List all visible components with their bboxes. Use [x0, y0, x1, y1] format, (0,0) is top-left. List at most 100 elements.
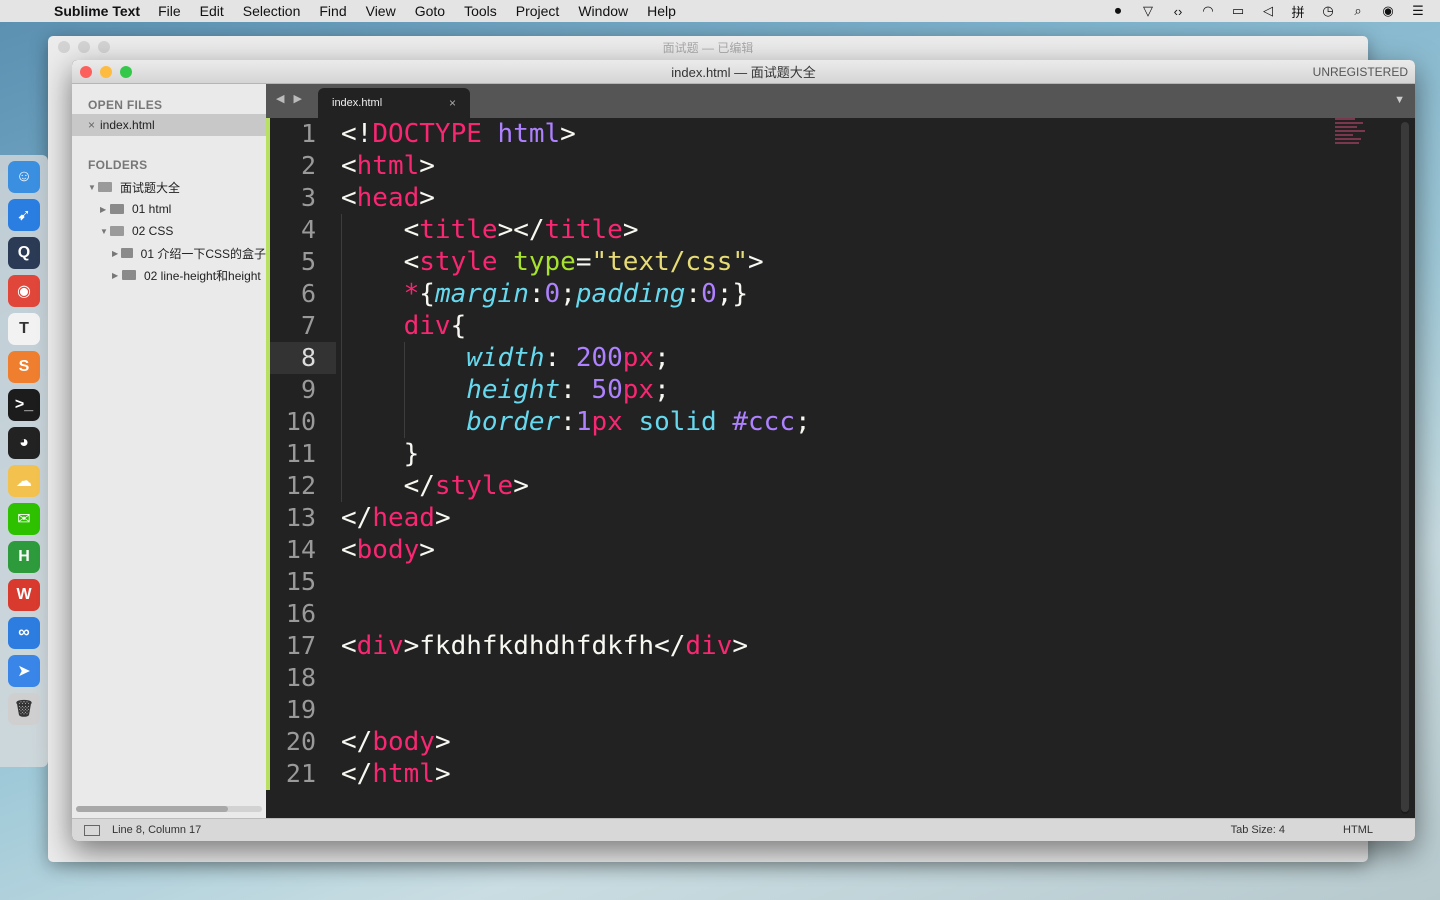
- menu-goto[interactable]: Goto: [415, 3, 445, 19]
- hbuilder-icon[interactable]: H: [8, 541, 40, 573]
- menu-file[interactable]: File: [158, 3, 181, 19]
- folder-icon: [120, 248, 133, 258]
- cloud-app-icon[interactable]: ☁: [8, 465, 40, 497]
- close-file-icon[interactable]: ×: [88, 118, 95, 132]
- panel-toggle-icon[interactable]: [84, 824, 100, 836]
- code-line[interactable]: <div>fkdhfkdhdhfdkfh</div>: [341, 630, 1355, 662]
- code-token: :: [685, 279, 702, 309]
- menu-selection[interactable]: Selection: [243, 3, 301, 19]
- code-line[interactable]: </style>: [341, 470, 1355, 502]
- line-number-gutter: 1 2 3 4 5 6 7 8 9 10 11 12 13 14 15 16 17 18 19 20 21: [270, 118, 336, 790]
- code-line[interactable]: }: [341, 438, 1355, 470]
- quicktime-icon[interactable]: Q: [8, 237, 40, 269]
- line-number: 16: [285, 599, 316, 628]
- spotlight-icon[interactable]: ⌕: [1350, 3, 1366, 19]
- folder-item[interactable]: ▼ 面试题大全: [72, 176, 266, 198]
- code-line[interactable]: *{margin:0;padding:0;}: [341, 278, 1355, 310]
- sublime-window: index.html — 面试题大全 UNREGISTERED OPEN FIL…: [72, 60, 1415, 841]
- input-method-icon[interactable]: 拼: [1290, 2, 1306, 21]
- code-line[interactable]: </head>: [341, 502, 1355, 534]
- code-line[interactable]: </html>: [341, 758, 1355, 790]
- code-token: <!: [341, 119, 373, 149]
- wifi-icon[interactable]: ◠: [1200, 3, 1216, 19]
- sublime-icon[interactable]: S: [8, 351, 40, 383]
- syntax-selector[interactable]: HTML: [1343, 824, 1373, 836]
- code-line[interactable]: <html>: [341, 150, 1355, 182]
- terminal-icon[interactable]: >_: [8, 389, 40, 421]
- code-token: :: [528, 279, 545, 309]
- disclosure-closed-icon[interactable]: ▶: [112, 249, 121, 258]
- code-line[interactable]: </body>: [341, 726, 1355, 758]
- menu-edit[interactable]: Edit: [200, 3, 224, 19]
- code-line[interactable]: [341, 694, 1355, 726]
- baidu-netdisk-icon[interactable]: ∞: [8, 617, 40, 649]
- editor-scrollbar[interactable]: [1401, 122, 1409, 814]
- battery-icon[interactable]: ▭: [1230, 3, 1246, 19]
- tab-nav-arrows[interactable]: ◀ ▶: [276, 92, 305, 105]
- menu-tools[interactable]: Tools: [464, 3, 497, 19]
- wps-icon[interactable]: W: [8, 579, 40, 611]
- code-line[interactable]: [341, 598, 1355, 630]
- code-line[interactable]: width: 200px;: [341, 342, 1355, 374]
- code-token: div: [685, 631, 733, 661]
- code-area[interactable]: <!DOCTYPE html> <html> <head> <title></tit…: [341, 118, 1355, 790]
- notification-center-icon[interactable]: ☰: [1410, 3, 1426, 19]
- record-icon[interactable]: ⏺: [1110, 3, 1126, 19]
- disclosure-open-icon[interactable]: ▼: [100, 227, 110, 236]
- line-number: 21: [285, 759, 316, 788]
- vim-icon[interactable]: ▽: [1140, 3, 1156, 19]
- window-titlebar[interactable]: index.html — 面试题大全 UNREGISTERED: [72, 60, 1415, 84]
- minimize-window-button[interactable]: [100, 66, 112, 78]
- app-menu[interactable]: Sublime Text: [54, 3, 140, 19]
- sidebar-scrollbar[interactable]: [76, 806, 262, 812]
- code-line[interactable]: [341, 566, 1355, 598]
- feishu-icon[interactable]: ➤: [8, 655, 40, 687]
- code-line[interactable]: <body>: [341, 534, 1355, 566]
- chrome-icon[interactable]: ◉: [8, 275, 40, 307]
- menu-find[interactable]: Find: [319, 3, 346, 19]
- wechat-icon[interactable]: ✉: [8, 503, 40, 535]
- line-number: 19: [285, 695, 316, 724]
- tab-index-html[interactable]: index.html ×: [318, 88, 470, 118]
- tab-close-icon[interactable]: ×: [449, 96, 456, 110]
- typora-icon[interactable]: T: [8, 313, 40, 345]
- folder-item[interactable]: ▶ 01 介绍一下CSS的盒子: [72, 242, 266, 264]
- code-token: title: [419, 215, 498, 245]
- code-line[interactable]: [341, 662, 1355, 694]
- code-token: head: [356, 183, 420, 213]
- code-editor[interactable]: 1 2 3 4 5 6 7 8 9 10 11 12 13 14 15 16 17 18 19 20 21 <!DOCT…: [266, 118, 1415, 818]
- code-icon[interactable]: ‹›: [1170, 4, 1186, 19]
- code-line[interactable]: <!DOCTYPE html>: [341, 118, 1355, 150]
- code-line[interactable]: <head>: [341, 182, 1355, 214]
- code-line[interactable]: <title></title>: [341, 214, 1355, 246]
- volume-icon[interactable]: ◁: [1260, 3, 1276, 19]
- code-line[interactable]: div{: [341, 310, 1355, 342]
- clock-icon[interactable]: ◷: [1320, 3, 1336, 19]
- finder-icon[interactable]: ☺: [8, 161, 40, 193]
- menu-window[interactable]: Window: [578, 3, 628, 19]
- zoom-window-button[interactable]: [120, 66, 132, 78]
- menu-view[interactable]: View: [366, 3, 396, 19]
- code-line[interactable]: <style type="text/css">: [341, 246, 1355, 278]
- siri-icon[interactable]: ◉: [1380, 3, 1396, 19]
- folder-item[interactable]: ▼ 02 CSS: [72, 220, 266, 242]
- menu-help[interactable]: Help: [647, 3, 676, 19]
- tab-size-selector[interactable]: Tab Size: 4: [1231, 824, 1285, 836]
- code-line[interactable]: border:1px solid #ccc;: [341, 406, 1355, 438]
- code-token: 0: [701, 279, 717, 309]
- close-window-button[interactable]: [80, 66, 92, 78]
- code-line[interactable]: height: 50px;: [341, 374, 1355, 406]
- safari-icon[interactable]: ➹: [8, 199, 40, 231]
- folder-item[interactable]: ▶ 01 html: [72, 198, 266, 220]
- code-token: 50: [591, 375, 623, 405]
- trash-icon[interactable]: 🗑: [8, 693, 40, 725]
- menu-project[interactable]: Project: [516, 3, 560, 19]
- open-file-item[interactable]: × index.html: [72, 114, 266, 136]
- qq-icon[interactable]: ◕: [8, 427, 40, 459]
- disclosure-closed-icon[interactable]: ▶: [112, 271, 122, 280]
- disclosure-closed-icon[interactable]: ▶: [100, 205, 110, 214]
- folder-item[interactable]: ▶ 02 line-height和height: [72, 264, 266, 286]
- tab-dropdown-icon[interactable]: ▼: [1394, 94, 1405, 106]
- disclosure-open-icon[interactable]: ▼: [88, 183, 98, 192]
- minimap[interactable]: [1335, 118, 1369, 162]
